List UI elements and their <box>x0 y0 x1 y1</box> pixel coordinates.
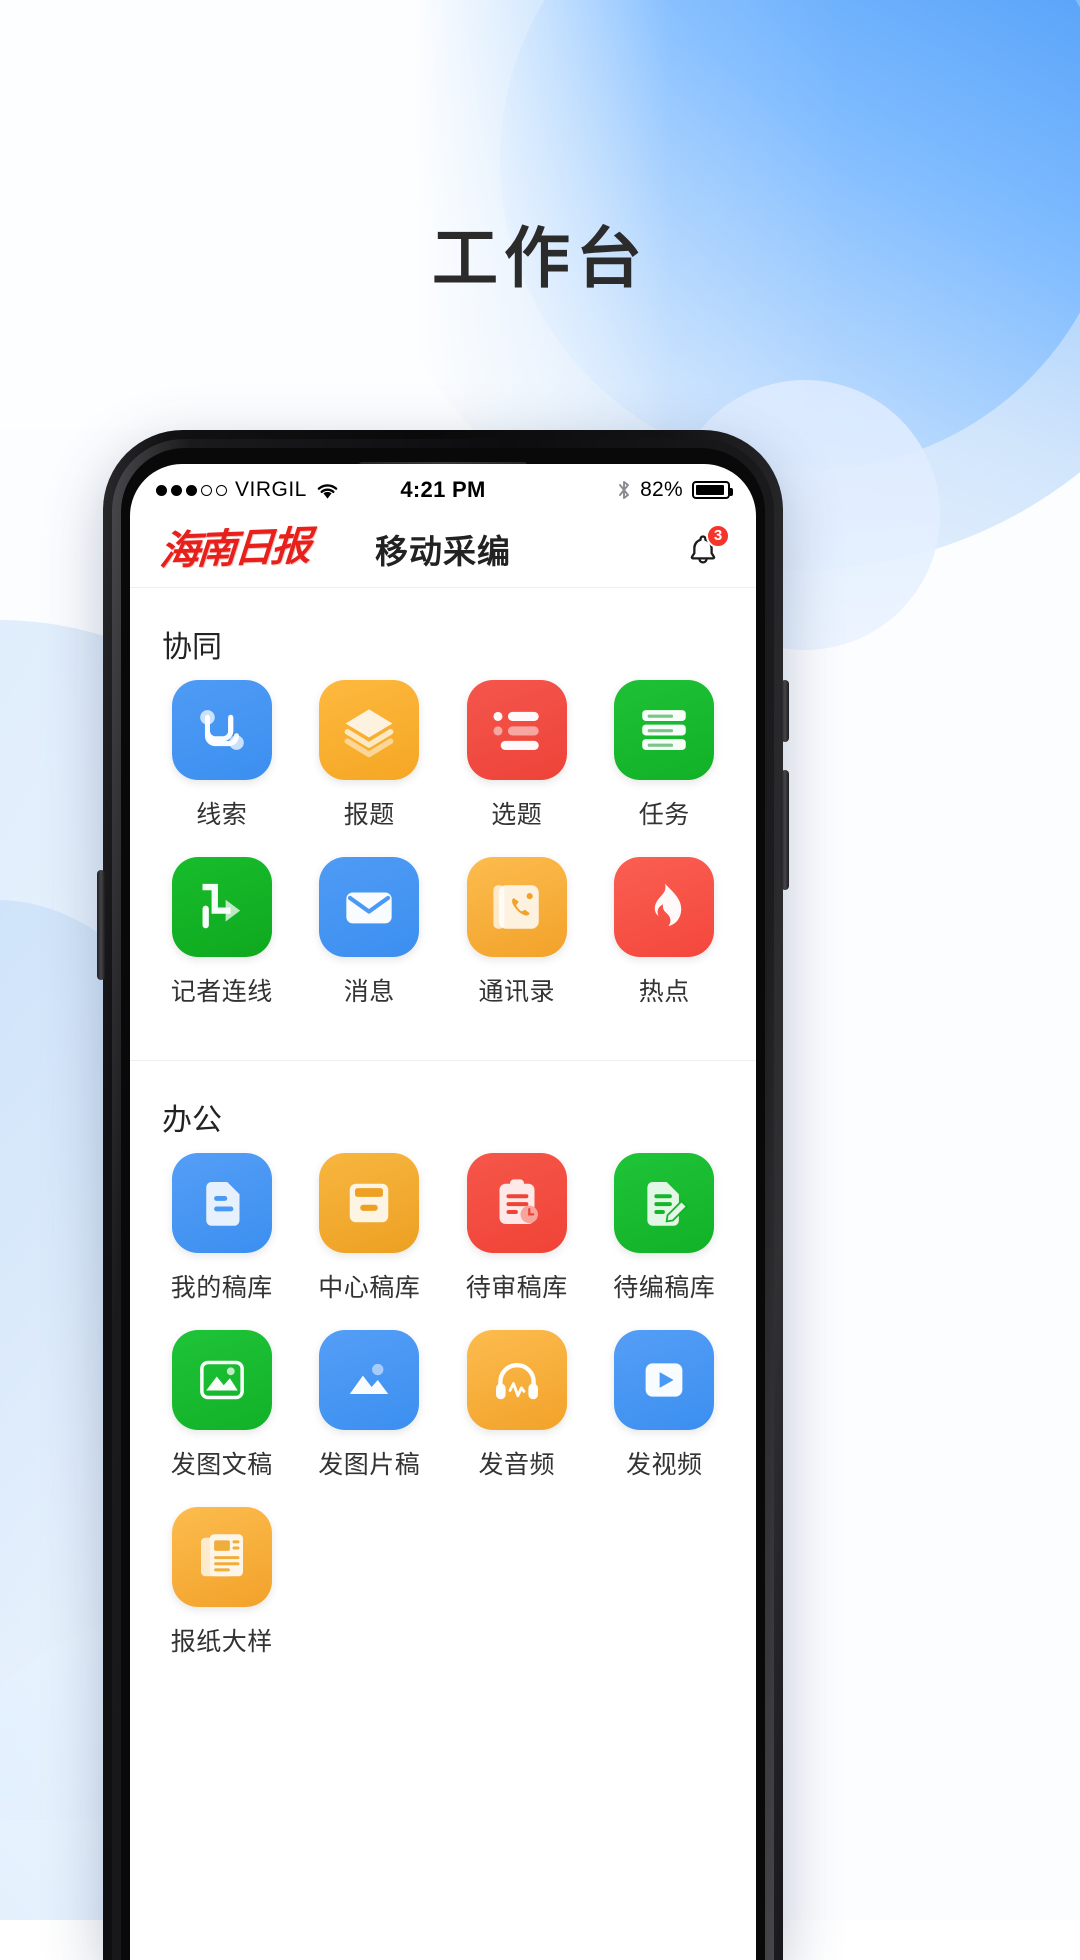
app-tile[interactable]: 发图文稿 <box>148 1330 296 1481</box>
app-label: 消息 <box>343 978 395 1006</box>
phone-device-frame: VIRGIL 4:21 PM 82% 海南日报 移动采编 3 协同 线索 报题 … <box>97 430 789 1960</box>
phone-mute-button <box>781 680 789 742</box>
app-tile[interactable]: 报题 <box>296 680 444 831</box>
flame-icon[interactable] <box>614 857 715 957</box>
newspaper-icon[interactable] <box>171 1507 272 1607</box>
app-label: 选题 <box>491 801 543 829</box>
task-lines-icon[interactable] <box>614 680 715 780</box>
battery-icon <box>692 481 733 499</box>
app-label: 发图片稿 <box>318 1451 421 1479</box>
app-tile[interactable]: 消息 <box>296 857 444 1008</box>
app-tile[interactable]: 待编稿库 <box>591 1153 739 1304</box>
video-play-icon[interactable] <box>614 1330 715 1430</box>
app-header: 海南日报 移动采编 3 <box>130 510 756 588</box>
app-label: 发视频 <box>625 1451 703 1479</box>
headphone-icon[interactable] <box>466 1330 567 1430</box>
app-label: 中心稿库 <box>318 1274 421 1302</box>
signal-strength-icon <box>156 484 227 496</box>
app-label: 发音频 <box>478 1451 555 1479</box>
document-center-icon[interactable] <box>319 1153 420 1253</box>
app-label: 线索 <box>196 801 248 829</box>
connect-arrow-icon[interactable] <box>171 857 272 957</box>
app-tile[interactable]: 发视频 <box>591 1330 739 1481</box>
envelope-icon[interactable] <box>319 857 420 957</box>
app-grid: 我的稿库 中心稿库 待审稿库 待编稿库 发图文稿 发图片稿 发音频 发视频 报纸… <box>140 1147 746 1710</box>
wifi-icon <box>315 481 340 500</box>
phone-book-icon[interactable] <box>466 857 567 957</box>
status-bar-left: VIRGIL <box>156 478 400 502</box>
app-tile[interactable]: 记者连线 <box>148 857 296 1008</box>
app-label: 我的稿库 <box>170 1274 273 1302</box>
app-label: 热点 <box>638 978 690 1006</box>
phone-screen: VIRGIL 4:21 PM 82% 海南日报 移动采编 3 协同 线索 报题 … <box>130 464 756 1960</box>
section-office: 办公 我的稿库 中心稿库 待审稿库 待编稿库 发图文稿 发图片稿 发音频 发视频… <box>130 1060 756 1710</box>
app-label: 报题 <box>343 801 395 829</box>
section-title: 办公 <box>162 1104 222 1137</box>
app-tile[interactable]: 选题 <box>443 680 591 831</box>
app-tile[interactable]: 我的稿库 <box>148 1153 296 1304</box>
app-tile[interactable]: 热点 <box>591 857 739 1008</box>
app-grid: 线索 报题 选题 任务 记者连线 消息 通讯录 热点 <box>140 674 746 1060</box>
app-tile[interactable]: 任务 <box>591 680 739 831</box>
image-text-icon[interactable] <box>171 1330 272 1430</box>
route-clue-icon[interactable] <box>171 680 272 780</box>
newspaper-logo: 海南日报 <box>158 521 310 575</box>
notification-badge: 3 <box>706 523 730 548</box>
carrier-name: VIRGIL <box>235 478 307 501</box>
app-tile[interactable]: 通讯录 <box>443 857 591 1008</box>
app-label: 任务 <box>638 801 690 829</box>
app-tile[interactable]: 报纸大样 <box>148 1507 296 1658</box>
app-label: 发图文稿 <box>170 1451 273 1479</box>
layers-icon[interactable] <box>319 680 420 780</box>
workbench-content: 协同 线索 报题 选题 任务 记者连线 消息 通讯录 热点 办公 我的稿库 中心… <box>130 588 756 1710</box>
status-bar-clock: 4:21 PM <box>400 477 486 502</box>
phone-volume-button <box>97 870 105 980</box>
app-tile[interactable]: 中心稿库 <box>296 1153 444 1304</box>
checklist-icon[interactable] <box>466 680 567 780</box>
battery-percentage: 82% <box>640 478 683 501</box>
page-title: 工作台 <box>432 221 648 295</box>
document-mine-icon[interactable] <box>171 1153 272 1253</box>
section-title: 协同 <box>162 631 222 664</box>
clipboard-clock-icon[interactable] <box>466 1153 567 1253</box>
status-bar: VIRGIL 4:21 PM 82% <box>130 464 756 510</box>
app-tile[interactable]: 发图片稿 <box>296 1330 444 1481</box>
app-tile[interactable]: 待审稿库 <box>443 1153 591 1304</box>
app-label: 记者连线 <box>170 978 273 1006</box>
section-collaboration: 协同 线索 报题 选题 任务 记者连线 消息 通讯录 热点 <box>130 588 756 1060</box>
status-bar-right: 82% <box>486 478 733 502</box>
app-label: 报纸大样 <box>170 1628 273 1656</box>
app-label: 通讯录 <box>478 978 555 1006</box>
phone-power-button <box>781 770 789 890</box>
app-tile[interactable]: 发音频 <box>443 1330 591 1481</box>
app-label: 待审稿库 <box>465 1274 568 1302</box>
photo-icon[interactable] <box>319 1330 420 1430</box>
app-label: 待编稿库 <box>613 1274 716 1302</box>
notification-bell-button[interactable]: 3 <box>680 523 730 572</box>
document-edit-icon[interactable] <box>614 1153 715 1253</box>
app-tile[interactable]: 线索 <box>148 680 296 831</box>
bluetooth-icon <box>617 479 631 501</box>
